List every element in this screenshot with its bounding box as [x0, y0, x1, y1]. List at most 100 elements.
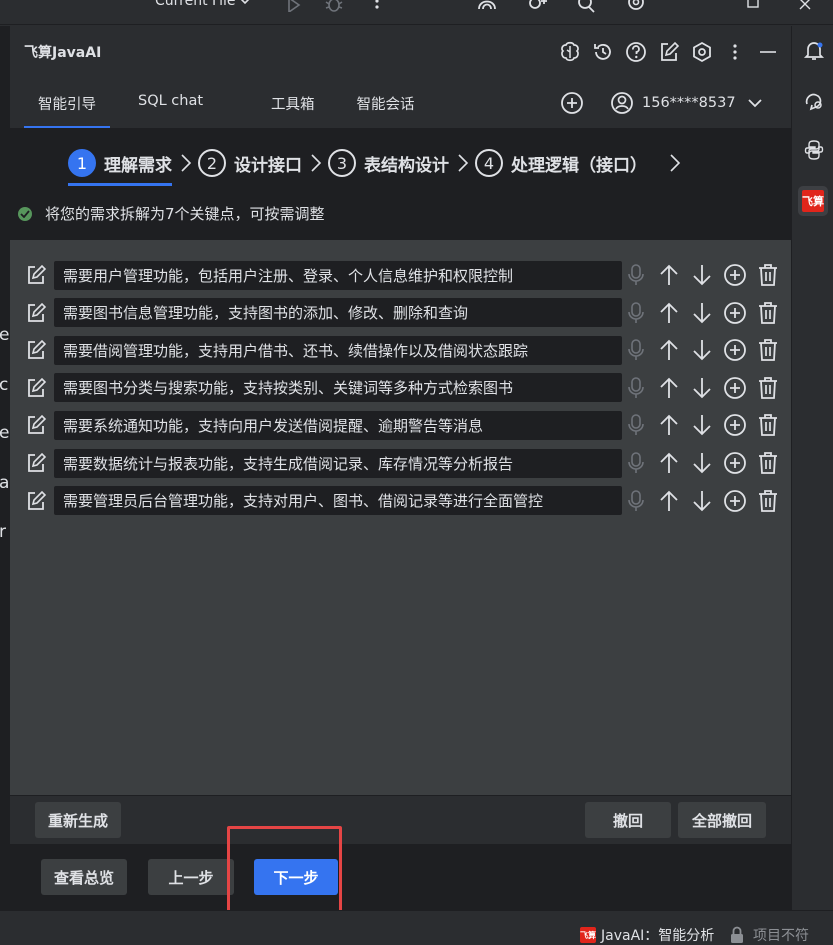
edit-requirement-icon[interactable] [24, 489, 48, 513]
delete-icon[interactable] [755, 413, 780, 438]
history-icon[interactable] [591, 40, 615, 64]
help-icon[interactable] [624, 40, 648, 64]
move-up-icon[interactable] [656, 451, 681, 476]
microphone-icon[interactable] [623, 451, 648, 476]
add-requirement-icon[interactable] [722, 263, 747, 288]
editor-char: e [0, 325, 10, 345]
requirement-row: 需要数据统计与报表功能，支持生成借阅记录、库存情况等分析报告 [24, 448, 777, 478]
more-options-icon[interactable] [723, 40, 747, 64]
brain-icon[interactable] [558, 40, 582, 64]
move-up-icon[interactable] [656, 413, 681, 438]
ai-chat-icon[interactable] [803, 90, 825, 112]
microphone-icon[interactable] [623, 300, 648, 325]
microphone-icon[interactable] [623, 413, 648, 438]
edit-requirement-icon[interactable] [24, 413, 48, 437]
microphone-icon[interactable] [623, 263, 648, 288]
edit-requirement-icon[interactable] [24, 376, 48, 400]
tab-smart-chat[interactable]: 智能会话 [343, 86, 429, 128]
status-bar: 飞算 JavaAI：智能分析 项目不符 [0, 910, 833, 945]
requirement-row: 需要图书信息管理功能，支持图书的添加、修改、删除和查询 [24, 298, 777, 328]
requirement-text[interactable]: 需要借阅管理功能，支持用户借书、还书、续借操作以及借阅状态跟踪 [54, 335, 622, 365]
chevron-right-icon [457, 153, 469, 173]
steps-scroll-right-icon[interactable] [669, 153, 681, 173]
overview-button[interactable]: 查看总览 [41, 859, 127, 895]
move-up-icon[interactable] [656, 488, 681, 513]
move-up-icon[interactable] [656, 375, 681, 400]
debug-icon[interactable] [323, 0, 345, 14]
edit-requirement-icon[interactable] [24, 301, 48, 325]
settings-icon[interactable] [625, 0, 647, 14]
more-icon[interactable] [366, 0, 388, 14]
requirement-text[interactable]: 需要管理员后台管理功能，支持对用户、图书、借阅记录等进行全面管控 [54, 486, 622, 516]
step-4[interactable]: 4 处理逻辑（接口） [475, 143, 647, 183]
account-menu[interactable]: 156****8537 [610, 91, 762, 115]
feisuan-status-logo: 飞算 [580, 927, 596, 943]
move-up-icon[interactable] [656, 300, 681, 325]
edit-requirement-icon[interactable] [24, 263, 48, 287]
add-requirement-icon[interactable] [722, 413, 747, 438]
regenerate-button[interactable]: 重新生成 [35, 802, 121, 838]
navigation-bar: 查看总览 上一步 下一步 [10, 844, 791, 910]
requirement-text[interactable]: 需要用户管理功能，包括用户注册、登录、个人信息维护和权限控制 [54, 260, 622, 290]
delete-icon[interactable] [755, 300, 780, 325]
close-window-icon[interactable] [794, 0, 816, 14]
new-session-icon[interactable] [560, 91, 584, 115]
move-up-icon[interactable] [656, 338, 681, 363]
microphone-icon[interactable] [623, 375, 648, 400]
tab-smart-guide[interactable]: 智能引导 [24, 86, 110, 128]
run-icon[interactable] [282, 0, 304, 14]
move-down-icon[interactable] [689, 488, 714, 513]
add-requirement-icon[interactable] [722, 300, 747, 325]
minimize-icon[interactable] [756, 40, 780, 64]
edit-requirement-icon[interactable] [24, 451, 48, 475]
add-requirement-icon[interactable] [722, 375, 747, 400]
status-javaai-text[interactable]: JavaAI：智能分析 [601, 925, 714, 945]
requirement-text[interactable]: 需要系统通知功能，支持向用户发送借阅提醒、逾期警告等消息 [54, 410, 622, 440]
hexagon-settings-icon[interactable] [690, 40, 714, 64]
move-down-icon[interactable] [689, 451, 714, 476]
requirement-actions [623, 486, 780, 516]
step-2[interactable]: 2 设计接口 [198, 143, 302, 183]
undo-button[interactable]: 撤回 [585, 802, 671, 838]
chevron-down-icon [747, 98, 762, 107]
move-down-icon[interactable] [689, 300, 714, 325]
requirement-text[interactable]: 需要图书分类与搜索功能，支持按类别、关键词等多种方式检索图书 [54, 373, 622, 403]
move-down-icon[interactable] [689, 263, 714, 288]
window-restore-icon[interactable] [742, 0, 764, 14]
undo-all-button[interactable]: 全部撤回 [678, 802, 766, 838]
edit-requirement-icon[interactable] [24, 338, 48, 362]
run-config-selector[interactable]: Current File [155, 0, 251, 9]
add-requirement-icon[interactable] [722, 488, 747, 513]
python-console-icon[interactable] [803, 139, 825, 161]
add-requirement-icon[interactable] [722, 451, 747, 476]
check-circle-icon [18, 206, 32, 221]
lock-icon [729, 926, 745, 944]
move-up-icon[interactable] [656, 263, 681, 288]
tab-sql-chat[interactable]: SQL chat [124, 86, 217, 128]
status-project-text: 项目不符 [753, 928, 809, 944]
delete-icon[interactable] [755, 338, 780, 363]
add-user-icon[interactable] [526, 0, 548, 14]
search-icon[interactable] [576, 0, 598, 14]
move-down-icon[interactable] [689, 375, 714, 400]
requirement-text[interactable]: 需要数据统计与报表功能，支持生成借阅记录、库存情况等分析报告 [54, 448, 622, 478]
microphone-icon[interactable] [623, 338, 648, 363]
add-requirement-icon[interactable] [722, 338, 747, 363]
notifications-icon[interactable] [803, 40, 825, 62]
feisuan-tool-button[interactable]: 飞算 [798, 186, 828, 216]
microphone-icon[interactable] [623, 488, 648, 513]
delete-icon[interactable] [755, 375, 780, 400]
delete-icon[interactable] [755, 488, 780, 513]
edit-icon[interactable] [657, 40, 681, 64]
step-3[interactable]: 3 表结构设计 [328, 143, 449, 183]
account-phone: 156****8537 [642, 95, 736, 111]
tab-toolbox[interactable]: 工具箱 [257, 86, 329, 128]
previous-step-button[interactable]: 上一步 [148, 859, 234, 895]
delete-icon[interactable] [755, 263, 780, 288]
ai-assistant-icon[interactable] [476, 0, 498, 14]
move-down-icon[interactable] [689, 338, 714, 363]
step-1[interactable]: 1 理解需求 [68, 143, 172, 186]
move-down-icon[interactable] [689, 413, 714, 438]
delete-icon[interactable] [755, 451, 780, 476]
requirement-text[interactable]: 需要图书信息管理功能，支持图书的添加、修改、删除和查询 [54, 298, 622, 328]
